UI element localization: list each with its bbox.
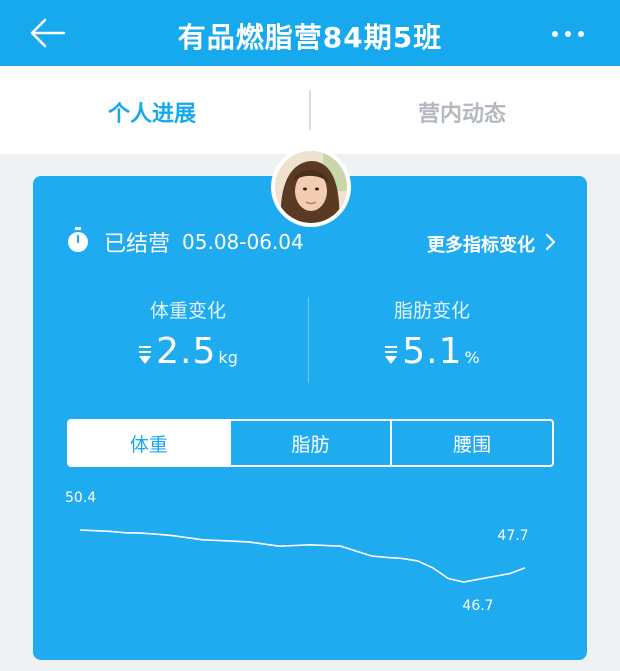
- page-title: 有品燃脂营84期5班: [177, 21, 443, 54]
- tab-divider: [309, 90, 311, 130]
- tab-bar: 个人进展 营内动态: [0, 66, 620, 154]
- tab-personal-progress[interactable]: 个人进展: [108, 96, 196, 128]
- fat-change-stat: 脂肪变化 5.1 %: [312, 296, 552, 372]
- segment-waist[interactable]: 腰围: [390, 421, 552, 465]
- label-min-value: 46.7: [462, 598, 493, 614]
- more-dots-icon[interactable]: [552, 31, 584, 37]
- decrease-arrow-icon: [138, 345, 152, 369]
- date-range: 05.08-06.04: [182, 230, 304, 254]
- label-end-value: 47.7: [497, 528, 528, 544]
- fat-change-value: 5.1: [402, 331, 463, 372]
- stat-divider: [308, 297, 309, 383]
- weight-trend-chart: 50.4 47.7 46.7: [65, 490, 529, 614]
- weight-series-line: [79, 529, 526, 583]
- segment-weight[interactable]: 体重: [69, 421, 229, 465]
- chevron-right-icon: [545, 233, 556, 256]
- fat-change-label: 脂肪变化: [393, 300, 470, 322]
- more-metrics-link[interactable]: 更多指标变化: [427, 231, 556, 257]
- avatar[interactable]: [271, 147, 351, 227]
- app-bar: 有品燃脂营84期5班: [0, 0, 620, 66]
- weight-change-label: 体重变化: [149, 300, 226, 322]
- weight-change-stat: 体重变化 2.5 kg: [68, 296, 308, 372]
- weight-change-unit: kg: [218, 348, 238, 367]
- metric-segmented-control: 体重 脂肪 腰围: [67, 419, 554, 467]
- more-metrics-label: 更多指标变化: [427, 235, 535, 256]
- status-label: 已结营: [104, 232, 171, 257]
- decrease-arrow-icon: [384, 345, 398, 369]
- segment-fat[interactable]: 脂肪: [228, 421, 391, 465]
- stopwatch-icon: [66, 227, 90, 257]
- tab-camp-feed[interactable]: 营内动态: [418, 96, 506, 128]
- label-start-value: 50.4: [65, 490, 96, 506]
- fat-change-unit: %: [464, 348, 480, 367]
- weight-change-value: 2.5: [156, 331, 217, 372]
- camp-status: 已结营 05.08-06.04: [66, 227, 304, 257]
